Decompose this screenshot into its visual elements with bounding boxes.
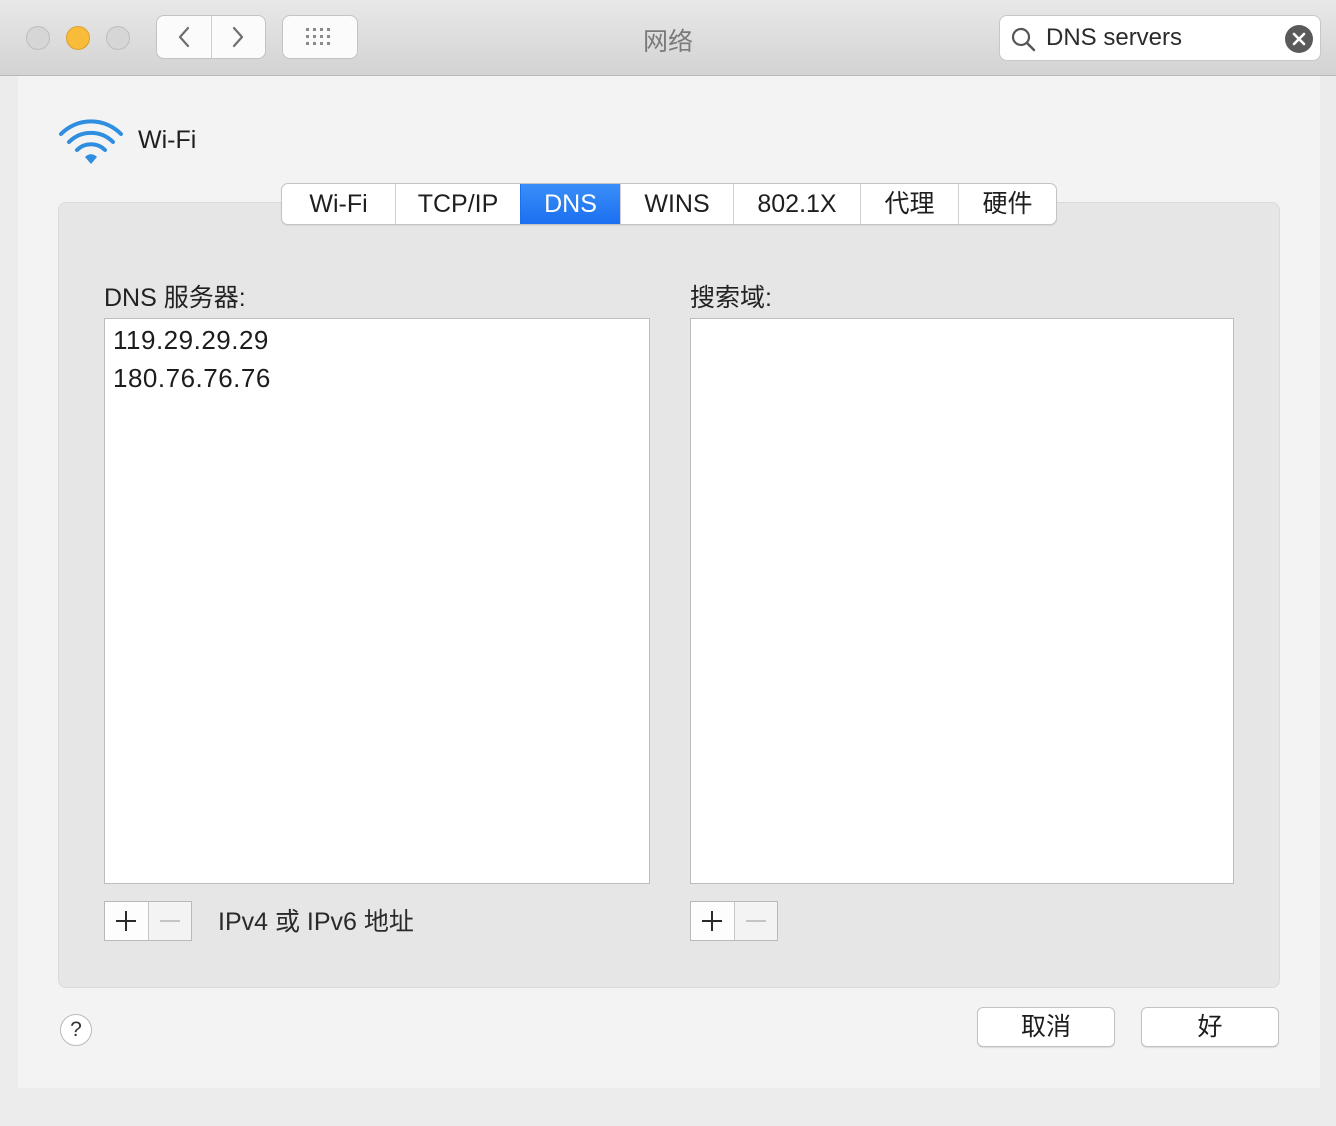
- wifi-icon: [59, 119, 123, 164]
- add-search-domain-button[interactable]: [691, 902, 734, 940]
- search-domains-list[interactable]: [690, 318, 1234, 884]
- dns-settings-sheet: Wi-Fi Wi-Fi TCP/IP DNS WINS 802.1X 代理 硬件…: [18, 76, 1320, 1088]
- dns-servers-label: DNS 服务器:: [104, 284, 246, 312]
- add-dns-server-button[interactable]: [105, 902, 148, 940]
- close-icon: [1292, 32, 1306, 46]
- minus-icon: [159, 920, 180, 922]
- search-domains-label: 搜索域:: [690, 284, 772, 312]
- dns-servers-add-remove: [104, 901, 192, 941]
- tab-8021x[interactable]: 802.1X: [733, 184, 860, 224]
- dns-servers-list[interactable]: 119.29.29.29 180.76.76.76: [104, 318, 650, 884]
- clear-search-button[interactable]: [1285, 25, 1313, 53]
- title-bar: 网络: [0, 0, 1336, 76]
- tab-bar: Wi-Fi TCP/IP DNS WINS 802.1X 代理 硬件: [281, 183, 1057, 225]
- search-input[interactable]: [1046, 22, 1276, 54]
- tab-dns[interactable]: DNS: [520, 184, 620, 224]
- tab-tcpip[interactable]: TCP/IP: [395, 184, 520, 224]
- plus-icon: [702, 911, 723, 931]
- interface-name: Wi-Fi: [138, 126, 197, 154]
- list-item[interactable]: 119.29.29.29: [105, 321, 649, 359]
- search-icon: [1011, 27, 1036, 52]
- ok-button[interactable]: 好: [1141, 1007, 1279, 1047]
- search-domains-add-remove: [690, 901, 778, 941]
- dns-address-hint: IPv4 或 IPv6 地址: [218, 908, 414, 936]
- minus-icon: [745, 920, 766, 922]
- remove-dns-server-button[interactable]: [147, 902, 191, 940]
- plus-icon: [116, 911, 137, 931]
- tab-proxy[interactable]: 代理: [860, 184, 958, 224]
- list-item[interactable]: 180.76.76.76: [105, 359, 649, 397]
- remove-search-domain-button[interactable]: [733, 902, 777, 940]
- tab-hardware[interactable]: 硬件: [958, 184, 1056, 224]
- tab-wins[interactable]: WINS: [620, 184, 733, 224]
- cancel-button[interactable]: 取消: [977, 1007, 1115, 1047]
- help-button[interactable]: ?: [60, 1014, 92, 1046]
- search-box[interactable]: [999, 15, 1321, 61]
- tab-wifi[interactable]: Wi-Fi: [282, 184, 395, 224]
